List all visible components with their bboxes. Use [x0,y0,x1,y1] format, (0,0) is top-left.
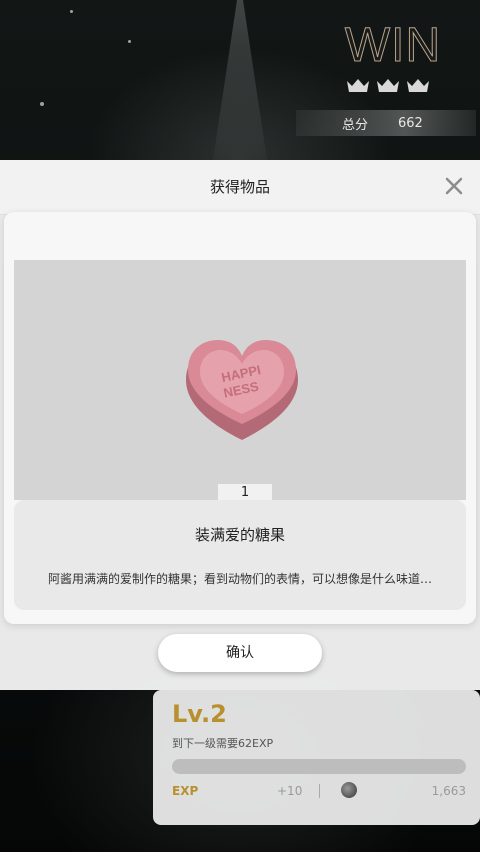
next-level-text: 到下一级需要62EXP [172,737,274,750]
level-text: Lv.2 [172,700,227,728]
item-description: 阿酱用满满的爱制作的糖果；看到动物们的表情，可以想像是什么味道… [47,572,432,586]
crown-icon [347,79,369,92]
sparkle [128,40,131,43]
level-panel: Lv.2 到下一级需要62EXP EXP +10 1,663 [153,690,480,825]
coin-total: 1,663 [431,784,466,798]
sparkle [70,10,73,13]
win-title: WIN [344,19,442,73]
item-obtained-modal: 获得物品 HAPPI NESS 1 装满爱的糖果 阿酱用满满的爱制作的糖果；看到… [0,160,480,690]
exp-progress-bar [172,759,466,774]
coin-icon [341,782,357,798]
score-bar: 总分 662 [296,110,476,136]
candy-heart-image: HAPPI NESS [186,340,298,440]
confirm-button[interactable]: 确认 [158,634,322,672]
crown-rating [346,78,430,94]
exp-label: EXP [172,784,199,798]
close-icon[interactable] [442,174,466,198]
item-name: 装满爱的糖果 [194,526,285,544]
item-image-area: HAPPI NESS 1 [14,260,466,502]
score-label: 总分 [342,117,369,133]
sparkle [40,102,44,106]
divider [319,784,320,798]
item-description-box: 装满爱的糖果 阿酱用满满的爱制作的糖果；看到动物们的表情，可以想像是什么味道… [14,500,466,610]
score-value: 662 [398,115,423,131]
crown-icon [407,79,429,92]
item-card: HAPPI NESS 1 装满爱的糖果 阿酱用满满的爱制作的糖果；看到动物们的表… [4,212,476,624]
modal-header: 获得物品 [0,160,480,215]
crown-icon [377,79,399,92]
modal-title: 获得物品 [209,178,270,196]
exp-gain: +10 [277,784,303,798]
